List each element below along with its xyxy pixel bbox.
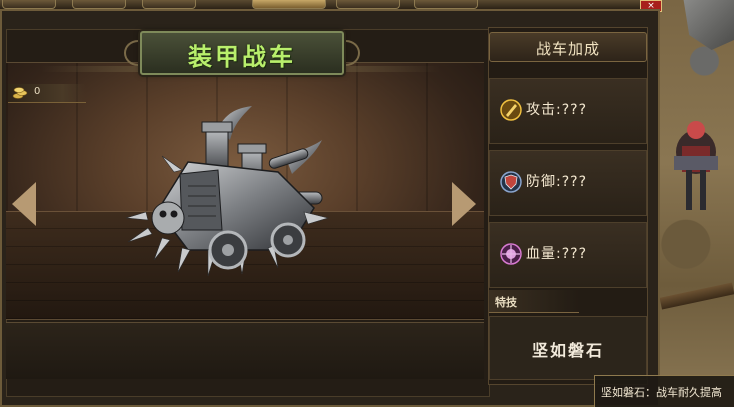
stat-defense: 防御:??? bbox=[489, 150, 647, 216]
tab-5[interactable] bbox=[336, 0, 400, 9]
tab-2[interactable] bbox=[72, 0, 126, 9]
bottom-info-bar bbox=[6, 322, 484, 379]
skill-box[interactable]: 坚如磐石 bbox=[489, 316, 647, 380]
wooden-beam bbox=[659, 282, 734, 310]
skill-header-label: 特技 bbox=[495, 296, 517, 309]
tab-6[interactable] bbox=[414, 0, 478, 9]
currency-value: 0 bbox=[34, 86, 41, 97]
left-arrow-icon[interactable] bbox=[12, 182, 36, 226]
page-title: 装甲战车 bbox=[188, 43, 296, 71]
skill-tooltip-text: 坚如磐石：战车耐久提高 bbox=[601, 386, 722, 399]
skill-tooltip: 坚如磐石：战车耐久提高 bbox=[594, 375, 734, 407]
bonus-panel-header: 战车加成 bbox=[489, 32, 647, 62]
bonus-panel-title: 战车加成 bbox=[535, 40, 600, 58]
skill-header: 特技 bbox=[489, 290, 579, 313]
right-arrow-icon[interactable] bbox=[452, 182, 476, 226]
stat-defense-label: 防御:??? bbox=[526, 174, 588, 190]
defense-shield-icon bbox=[500, 171, 522, 193]
rock-scenery bbox=[683, 0, 734, 50]
skill-name: 坚如磐石 bbox=[531, 341, 604, 360]
game-world-scene bbox=[659, 0, 734, 407]
stat-hp: 血量:??? bbox=[489, 222, 647, 288]
tab-1[interactable] bbox=[2, 0, 56, 9]
mounted-warrior-icon bbox=[674, 121, 718, 210]
currency-display: 0 bbox=[8, 84, 86, 103]
attack-sword-icon bbox=[500, 99, 522, 121]
bonus-panel: 战车加成 攻击:??? 防御:??? 血量:??? 特技 坚如磐石 bbox=[488, 27, 648, 385]
coin-stack-icon bbox=[12, 87, 28, 99]
stat-hp-label: 血量:??? bbox=[526, 246, 588, 262]
hp-heart-icon bbox=[500, 243, 522, 265]
stat-attack: 攻击:??? bbox=[489, 78, 647, 144]
tab-chariot-active[interactable] bbox=[252, 0, 326, 9]
armored-chariot-image bbox=[125, 106, 330, 277]
stat-attack-label: 攻击:??? bbox=[526, 102, 588, 118]
title-plate: 装甲战车 bbox=[140, 31, 344, 75]
game-screen: × 装甲战车 0 战车加成 攻击:??? 防御:??? 血量:??? 特技 坚如… bbox=[0, 0, 734, 407]
tab-3[interactable] bbox=[142, 0, 196, 9]
